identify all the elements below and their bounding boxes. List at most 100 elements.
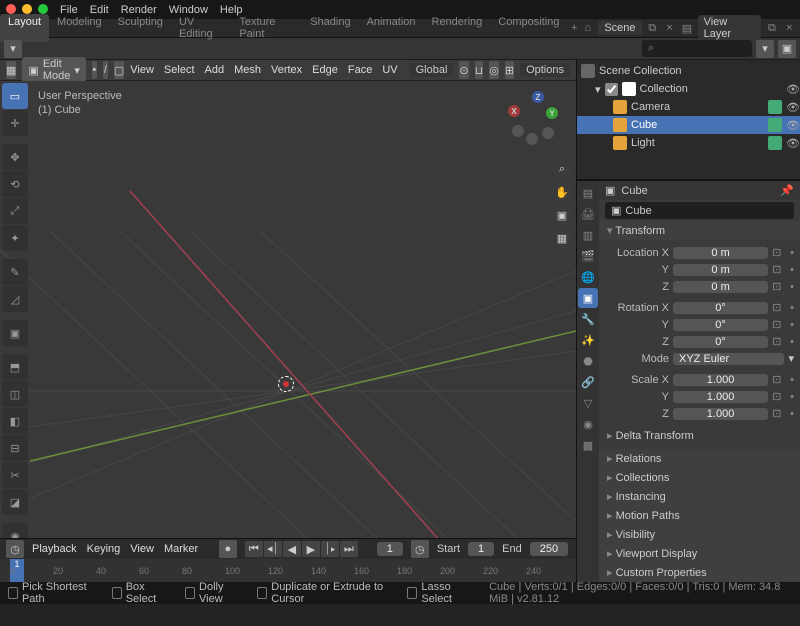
prev-key-icon[interactable]: ◂⏐ (264, 541, 282, 557)
outliner-search-input[interactable]: ⌕ (642, 40, 752, 57)
tab-compositing[interactable]: Compositing (490, 14, 567, 42)
lock-icon[interactable]: ⊡ (772, 246, 786, 259)
viewport-menu-select[interactable]: Select (164, 64, 195, 76)
keyframe-dot-icon[interactable]: • (790, 408, 794, 420)
delete-scene-icon[interactable]: × (663, 21, 676, 35)
delete-viewlayer-icon[interactable]: × (783, 21, 796, 35)
keyframe-dot-icon[interactable]: • (790, 391, 794, 403)
lock-icon[interactable]: ⊡ (772, 263, 786, 276)
tab-shading[interactable]: Shading (302, 14, 358, 42)
pan-viewport-icon[interactable]: ✋ (552, 182, 572, 202)
scene-tab-icon[interactable]: 🎬 (578, 246, 598, 266)
panel-delta[interactable]: Delta Transform (605, 426, 794, 445)
value-field[interactable]: 0° (673, 319, 768, 331)
collection-checkbox[interactable] (605, 83, 618, 96)
particle-tab-icon[interactable]: ✨ (578, 330, 598, 350)
value-field[interactable]: 0 m (673, 247, 768, 259)
viewport-menu-edge[interactable]: Edge (312, 64, 338, 76)
panel-instancing[interactable]: Instancing (599, 487, 800, 506)
material-tab-icon[interactable]: ◉ (578, 414, 598, 434)
scale-tool[interactable]: ⤢ (2, 198, 28, 224)
panel-motion-paths[interactable]: Motion Paths (599, 506, 800, 525)
knife-tool[interactable]: ✂ (2, 462, 28, 488)
panel-custom-properties[interactable]: Custom Properties (599, 563, 800, 582)
orientation-selector[interactable]: Global (410, 63, 454, 77)
constraint-tab-icon[interactable]: 🔗 (578, 372, 598, 392)
outliner-item-camera[interactable]: Camera👁 (577, 98, 800, 116)
play-rev-icon[interactable]: ◀ (283, 541, 301, 557)
viewport-3d[interactable]: User Perspective(1) Cube ▭ ✛ ✥ ⟲ ⤢ ✦ ✎ ◿… (0, 81, 576, 538)
keyframe-dot-icon[interactable]: • (790, 336, 794, 348)
persp-ortho-icon[interactable]: ▦ (552, 228, 572, 248)
zoom-icon[interactable] (38, 4, 48, 14)
viewport-menu-face[interactable]: Face (348, 64, 372, 76)
rotation-mode-select[interactable]: XYZ Euler (673, 353, 784, 365)
scene-selector[interactable]: Scene (598, 21, 641, 35)
add-cube-tool[interactable]: ▣ (2, 320, 28, 346)
navigation-gizmo[interactable]: Y Z X (500, 87, 558, 145)
camera-view-icon[interactable]: ▣ (552, 205, 572, 225)
viewport-menu-view[interactable]: View (130, 64, 154, 76)
edge-select-icon[interactable]: / (103, 61, 108, 79)
tab-texture-paint[interactable]: Texture Paint (231, 14, 302, 42)
output-tab-icon[interactable]: 🖨 (578, 204, 598, 224)
clone-viewlayer-icon[interactable]: ⧉ (765, 21, 778, 35)
mode-selector[interactable]: ▣ Edit Mode ▾ (22, 57, 85, 83)
keyframe-dot-icon[interactable]: • (790, 374, 794, 386)
tab-rendering[interactable]: Rendering (424, 14, 491, 42)
proportional-icon[interactable]: ◎ (489, 61, 499, 79)
object-name-input[interactable]: ▣ Cube (605, 202, 794, 219)
visibility-icon[interactable]: 👁 (786, 101, 800, 114)
breadcrumb-object[interactable]: Cube (621, 185, 647, 197)
options-dropdown[interactable]: Options (520, 63, 570, 77)
end-frame-field[interactable]: 250 (530, 542, 568, 556)
wireframe-icon[interactable]: ⊞ (505, 61, 514, 79)
value-field[interactable]: 1.000 (673, 391, 768, 403)
render-tab-icon[interactable]: ▤ (578, 183, 598, 203)
lock-icon[interactable]: ⊡ (772, 373, 786, 386)
editor-type-icon[interactable]: ▦ (6, 61, 16, 79)
timeline-menu-playback[interactable]: Playback (32, 543, 77, 555)
rotate-tool[interactable]: ⟲ (2, 171, 28, 197)
outliner-scene-row[interactable]: Scene Collection (577, 62, 800, 80)
viewport-menu-mesh[interactable]: Mesh (234, 64, 261, 76)
panel-visibility[interactable]: Visibility (599, 525, 800, 544)
outliner-item-light[interactable]: Light👁 (577, 134, 800, 152)
panel-collections[interactable]: Collections (599, 468, 800, 487)
visibility-icon[interactable]: 👁 (786, 83, 800, 96)
window-traffic-lights[interactable] (6, 4, 48, 14)
lock-icon[interactable]: ⊡ (772, 280, 786, 293)
value-field[interactable]: 0 m (673, 264, 768, 276)
timeline-menu-keying[interactable]: Keying (87, 543, 121, 555)
timeline-ruler[interactable]: 1 020406080100120140160180200220240 (0, 559, 576, 582)
viewlayer-selector[interactable]: View Layer (698, 15, 762, 41)
polybuild-tool[interactable]: ◪ (2, 489, 28, 515)
tab-animation[interactable]: Animation (359, 14, 424, 42)
snap-icon[interactable]: ⊔ (475, 61, 484, 79)
tab-modeling[interactable]: Modeling (49, 14, 110, 42)
pivot-icon[interactable]: ⊙ (459, 61, 468, 79)
lock-icon[interactable]: ⊡ (772, 390, 786, 403)
physics-tab-icon[interactable]: ⬣ (578, 351, 598, 371)
lock-icon[interactable]: ⊡ (772, 301, 786, 314)
vert-select-icon[interactable]: • (92, 61, 97, 79)
visibility-icon[interactable]: 👁 (786, 119, 800, 132)
modifier-tab-icon[interactable]: 🔧 (578, 309, 598, 329)
loopcut-tool[interactable]: ⊟ (2, 435, 28, 461)
timeline-menu-view[interactable]: View (130, 543, 154, 555)
current-frame-field[interactable]: 1 (377, 542, 403, 556)
transform-tool[interactable]: ✦ (2, 225, 28, 251)
filter-icon[interactable]: ▾ (756, 40, 774, 58)
panel-viewport-display[interactable]: Viewport Display (599, 544, 800, 563)
texture-tab-icon[interactable]: ▩ (578, 435, 598, 455)
world-tab-icon[interactable]: 🌐 (578, 267, 598, 287)
outliner-filter-icon[interactable]: ▾ (4, 40, 22, 58)
select-box-tool[interactable]: ▭ (2, 83, 28, 109)
keyframe-dot-icon[interactable]: • (790, 319, 794, 331)
value-field[interactable]: 1.000 (673, 408, 768, 420)
outliner-item-cube[interactable]: Cube👁 (577, 116, 800, 134)
viewport-menu-add[interactable]: Add (205, 64, 225, 76)
jump-end-icon[interactable]: ⏭ (340, 541, 358, 557)
extrude-tool[interactable]: ⬒ (2, 354, 28, 380)
value-field[interactable]: 0° (673, 302, 768, 314)
